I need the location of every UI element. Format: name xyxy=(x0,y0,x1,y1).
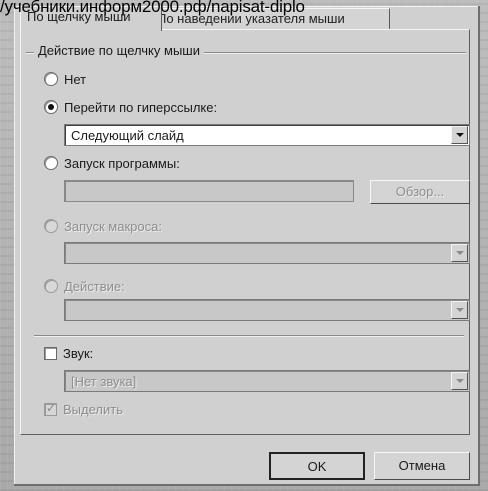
radio-object-action[interactable]: Действие: xyxy=(44,277,125,295)
radio-object-action-label: Действие: xyxy=(64,278,125,294)
checkmark-icon: ✓ xyxy=(46,400,57,415)
macro-dropdown[interactable] xyxy=(64,242,470,264)
ok-button[interactable]: OK xyxy=(269,452,365,480)
chevron-down-icon[interactable] xyxy=(451,372,468,390)
radio-run-program-label: Запуск программы: xyxy=(64,155,180,171)
radio-hyperlink-label: Перейти по гиперссылке: xyxy=(64,99,218,115)
sound-dropdown[interactable]: [Нет звука] xyxy=(64,370,470,392)
action-settings-dialog: По щелчку мыши По наведении указателя мы… xyxy=(14,6,480,486)
radio-run-macro[interactable]: Запуск макроса: xyxy=(44,217,162,235)
object-action-dropdown[interactable] xyxy=(64,299,470,321)
radio-button-selected[interactable] xyxy=(44,100,58,114)
watermark-url: /учебники.информ2000.рф/napisat-diplo xyxy=(0,0,305,16)
radio-run-program[interactable]: Запуск программы: xyxy=(44,154,180,172)
radio-button[interactable] xyxy=(44,219,58,233)
chevron-down-icon[interactable] xyxy=(451,244,468,262)
highlight-checkbox[interactable]: ✓ xyxy=(44,400,57,416)
group-title: Действие по щелчку мыши xyxy=(34,42,204,60)
separator xyxy=(34,335,464,336)
radio-run-macro-label: Запуск макроса: xyxy=(64,218,162,234)
cancel-button[interactable]: Отмена xyxy=(374,452,470,480)
chevron-down-icon[interactable] xyxy=(451,301,468,319)
hyperlink-dropdown[interactable]: Следующий слайд xyxy=(64,124,470,146)
program-path-input[interactable] xyxy=(64,180,354,202)
radio-none[interactable]: Нет xyxy=(44,70,86,88)
sound-label: Звук: xyxy=(63,345,94,361)
radio-hyperlink[interactable]: Перейти по гиперссылке: xyxy=(44,98,217,116)
sound-dropdown-value: [Нет звука] xyxy=(71,374,137,389)
highlight-checkbox-row[interactable]: ✓ Выделить xyxy=(44,400,123,418)
highlight-label: Выделить xyxy=(63,401,123,417)
sound-checkbox[interactable] xyxy=(44,346,57,360)
chevron-down-icon[interactable] xyxy=(451,126,468,144)
radio-button[interactable] xyxy=(44,279,58,293)
browse-button[interactable]: Обзор... xyxy=(370,180,470,204)
sound-checkbox-row[interactable]: Звук: xyxy=(44,344,93,362)
radio-button[interactable] xyxy=(44,156,58,170)
hyperlink-dropdown-value: Следующий слайд xyxy=(71,128,184,143)
radio-none-label: Нет xyxy=(64,71,87,87)
radio-button[interactable] xyxy=(44,72,58,86)
